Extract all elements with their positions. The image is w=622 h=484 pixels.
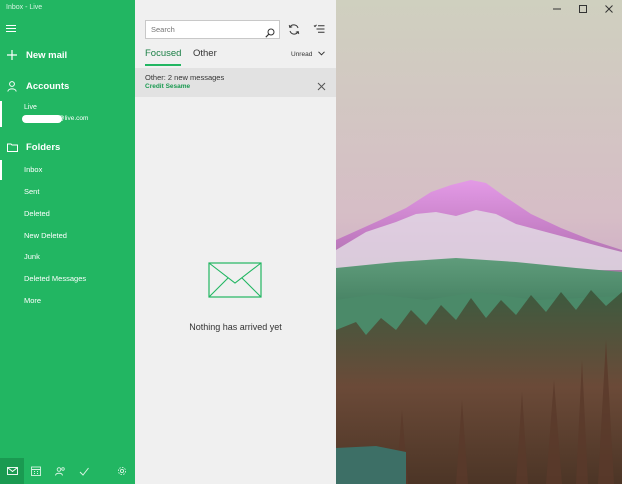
active-tab-underline xyxy=(145,64,181,66)
tab-other[interactable]: Other xyxy=(193,48,217,59)
background-image xyxy=(336,0,622,484)
message-list-pane: Focused Other Unread Other: 2 new messag… xyxy=(135,0,336,484)
selected-folder-indicator xyxy=(0,160,2,180)
new-mail-label: New mail xyxy=(26,49,68,61)
people-icon[interactable] xyxy=(48,458,72,484)
filter-dropdown[interactable]: Unread xyxy=(291,51,326,58)
filter-label: Unread xyxy=(291,51,313,58)
account-email: @live.com xyxy=(58,115,89,122)
account-item-live[interactable]: Live @live.com xyxy=(0,101,135,127)
search-input[interactable] xyxy=(151,25,266,34)
todo-icon[interactable] xyxy=(72,458,96,484)
empty-state-message: Nothing has arrived yet xyxy=(189,322,282,332)
settings-icon[interactable] xyxy=(110,458,134,484)
tab-focused[interactable]: Focused xyxy=(145,48,181,59)
notice-sender: Credit Sesame xyxy=(145,83,191,90)
window-title: Inbox - Live xyxy=(6,4,43,11)
selected-indicator xyxy=(0,101,2,127)
redacted-email xyxy=(22,115,62,123)
close-window-icon[interactable] xyxy=(596,0,622,18)
close-icon[interactable] xyxy=(317,78,326,91)
other-inbox-notice[interactable]: Other: 2 new messages Credit Sesame xyxy=(135,68,336,97)
hamburger-menu-button[interactable] xyxy=(6,23,20,35)
accounts-heading[interactable]: Accounts xyxy=(0,79,135,93)
window-controls xyxy=(544,0,622,18)
maximize-icon[interactable] xyxy=(570,0,596,18)
selection-mode-icon[interactable] xyxy=(311,21,327,37)
account-name: Live xyxy=(24,104,37,111)
empty-mailbox-envelope-icon xyxy=(208,262,262,298)
person-icon xyxy=(6,80,18,92)
calendar-icon[interactable] xyxy=(24,458,48,484)
folder-new-deleted[interactable]: New Deleted xyxy=(24,229,67,243)
mountain-landscape-image xyxy=(336,0,622,484)
new-mail-button[interactable]: New mail xyxy=(0,48,135,62)
notice-title: Other: 2 new messages xyxy=(145,73,225,82)
folder-junk[interactable]: Junk xyxy=(24,250,40,264)
search-icon[interactable] xyxy=(265,25,275,38)
mail-icon[interactable] xyxy=(0,458,24,484)
folder-icon xyxy=(6,141,18,153)
folder-inbox[interactable]: Inbox xyxy=(24,163,42,177)
chevron-down-icon xyxy=(318,51,326,58)
plus-icon xyxy=(6,49,18,61)
navigation-pane: Inbox - Live New mail Accounts Live @liv… xyxy=(0,0,135,484)
folder-more[interactable]: More xyxy=(24,294,41,308)
folder-sent[interactable]: Sent xyxy=(24,185,39,199)
app-switcher-bar xyxy=(0,458,135,484)
accounts-label: Accounts xyxy=(26,80,70,92)
minimize-icon[interactable] xyxy=(544,0,570,18)
sync-icon[interactable] xyxy=(286,21,302,37)
folders-heading[interactable]: Folders xyxy=(0,140,135,154)
folder-deleted[interactable]: Deleted xyxy=(24,207,50,221)
search-box[interactable] xyxy=(145,20,280,39)
folder-deleted-messages[interactable]: Deleted Messages xyxy=(24,272,86,286)
folders-label: Folders xyxy=(26,141,61,153)
